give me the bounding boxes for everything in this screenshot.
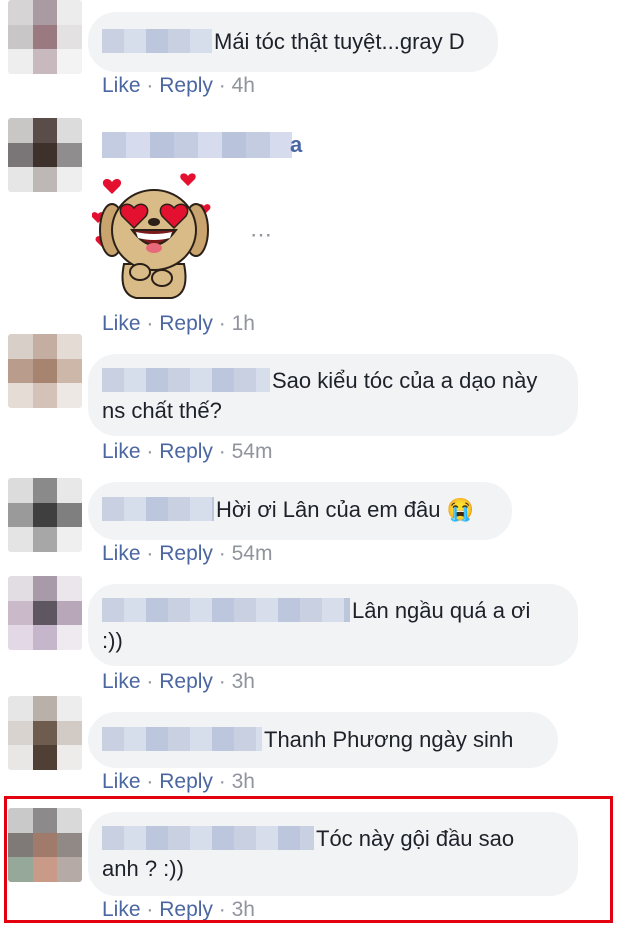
timestamp[interactable]: 3h [232, 670, 255, 693]
comment-text: Thanh Phương ngày sinh [264, 727, 514, 752]
comment-bubble: Sao kiểu tóc của a dạo này ns chất thế? [88, 354, 578, 436]
comment-text-line2: ns chất thế? [102, 398, 222, 423]
comment-actions: Like · Reply · 54m [102, 542, 272, 566]
commenter-name[interactable] [102, 29, 212, 53]
comment-bubble: Mái tóc thật tuyệt...gray D [88, 12, 498, 72]
avatar[interactable] [8, 478, 82, 552]
separator: · [218, 670, 226, 693]
commenter-name[interactable] [102, 598, 350, 622]
separator: · [146, 440, 154, 463]
comment-actions: Like · Reply · 1h [102, 312, 255, 336]
like-link[interactable]: Like [102, 312, 141, 335]
avatar[interactable] [8, 334, 82, 408]
comment-bubble: Thanh Phương ngày sinh [88, 712, 558, 768]
commenter-name[interactable] [102, 368, 270, 392]
like-link[interactable]: Like [102, 770, 141, 793]
commenter-name[interactable] [102, 132, 292, 158]
comment-text: Sao kiểu tóc của a dạo này [272, 368, 538, 393]
reply-link[interactable]: Reply [159, 670, 213, 693]
separator: · [218, 440, 226, 463]
separator: · [146, 770, 154, 793]
comment-text: Mái tóc thật tuyệt...gray D [214, 29, 465, 54]
comment-actions: Like · Reply · 3h [102, 770, 255, 794]
avatar[interactable] [8, 118, 82, 192]
like-link[interactable]: Like [102, 440, 141, 463]
more-options-icon[interactable]: ⋯ [250, 222, 273, 248]
heart-eyes-dog-sticker[interactable] [92, 168, 216, 300]
comment-text-line2: :)) [102, 628, 123, 653]
separator: · [218, 312, 226, 335]
separator: · [218, 74, 226, 97]
highlight-box [4, 796, 613, 923]
comment-text: Lân ngầu quá a ơi [352, 598, 531, 623]
avatar[interactable] [8, 576, 82, 650]
avatar[interactable] [8, 696, 82, 770]
reply-link[interactable]: Reply [159, 74, 213, 97]
timestamp[interactable]: 4h [232, 74, 255, 97]
timestamp[interactable]: 3h [232, 770, 255, 793]
reply-link[interactable]: Reply [159, 440, 213, 463]
avatar[interactable] [8, 0, 82, 74]
timestamp[interactable]: 54m [232, 542, 273, 565]
like-link[interactable]: Like [102, 670, 141, 693]
comment-actions: Like · Reply · 4h [102, 74, 255, 98]
comment-actions: Like · Reply · 54m [102, 440, 272, 464]
separator: · [146, 312, 154, 335]
timestamp[interactable]: 1h [232, 312, 255, 335]
commenter-name[interactable] [102, 727, 262, 751]
separator: · [146, 74, 154, 97]
reply-link[interactable]: Reply [159, 542, 213, 565]
timestamp[interactable]: 54m [232, 440, 273, 463]
like-link[interactable]: Like [102, 74, 141, 97]
reply-link[interactable]: Reply [159, 770, 213, 793]
comment-bubble: Hời ơi Lân của em đâu 😭 [88, 482, 512, 540]
separator: · [146, 542, 154, 565]
comment-bubble: Lân ngầu quá a ơi :)) [88, 584, 578, 666]
separator: · [218, 542, 226, 565]
commenter-name[interactable] [102, 497, 214, 521]
comment-text: Hời ơi Lân của em đâu 😭 [216, 497, 475, 522]
like-link[interactable]: Like [102, 542, 141, 565]
separator: · [218, 770, 226, 793]
comment-actions: Like · Reply · 3h [102, 670, 255, 694]
commenter-name-tail[interactable]: a [290, 132, 302, 158]
separator: · [146, 670, 154, 693]
reply-link[interactable]: Reply [159, 312, 213, 335]
